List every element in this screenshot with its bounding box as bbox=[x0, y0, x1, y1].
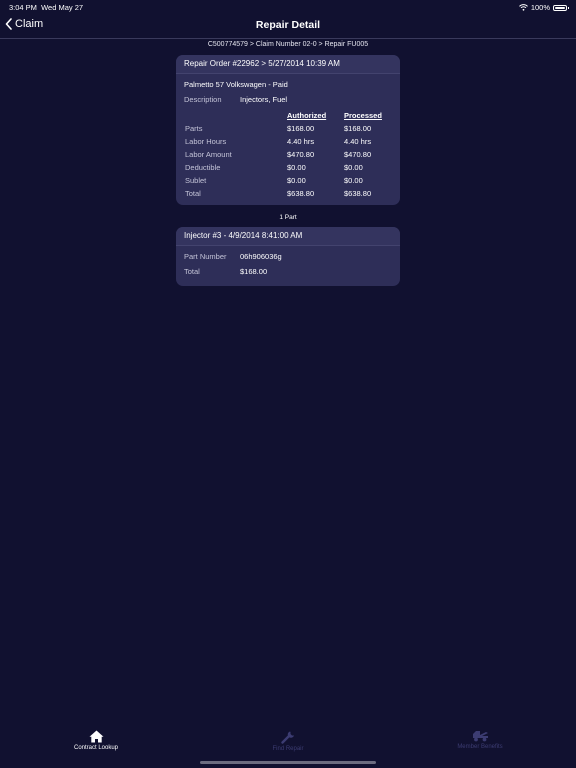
part-header: Injector #3 - 4/9/2014 8:41:00 AM bbox=[176, 227, 400, 246]
processed-value: 4.40 hrs bbox=[344, 137, 372, 146]
authorized-value: $470.80 bbox=[287, 150, 315, 159]
battery-percent: 100% bbox=[530, 3, 550, 12]
vehicle-status: Palmetto 57 Volkswagen - Paid bbox=[184, 80, 288, 89]
part-total-row: Total $168.00 bbox=[184, 267, 267, 276]
processed-value: $470.80 bbox=[344, 150, 372, 159]
wifi-icon bbox=[518, 4, 528, 11]
authorized-value: $168.00 bbox=[287, 124, 315, 133]
wrench-icon bbox=[228, 730, 348, 744]
tab-label: Contract Lookup bbox=[73, 745, 119, 751]
tab-label: Find Repair bbox=[272, 746, 304, 752]
status-time: 3:04 PM Wed May 27 bbox=[9, 3, 83, 12]
navigation-bar: Claim Repair Detail bbox=[0, 14, 576, 39]
tab-member-benefits[interactable]: Member Benefits bbox=[420, 730, 540, 750]
tab-contract-lookup[interactable]: Contract Lookup bbox=[36, 730, 156, 751]
table-row: Labor Amount $470.80 $470.80 bbox=[184, 150, 394, 163]
tab-bar: Contract Lookup Find Repair Member Benef… bbox=[0, 720, 576, 768]
table-row: Parts $168.00 $168.00 bbox=[184, 124, 394, 137]
authorized-column-header: Authorized bbox=[287, 111, 327, 120]
description-row: Description Injectors, Fuel bbox=[184, 95, 287, 104]
battery-icon bbox=[553, 4, 569, 11]
description-label: Description bbox=[184, 95, 222, 104]
status-clock: 3:04 PM bbox=[9, 3, 37, 12]
repair-order-header: Repair Order #22962 > 5/27/2014 10:39 AM bbox=[176, 55, 400, 74]
status-bar: 3:04 PM Wed May 27 100% bbox=[0, 0, 576, 14]
table-row: Sublet $0.00 $0.00 bbox=[184, 176, 394, 189]
table-row: Total $638.80 $638.80 bbox=[184, 189, 394, 202]
breadcrumb: C500774579 > Claim Number 02-0 > Repair … bbox=[207, 41, 369, 48]
processed-value: $638.80 bbox=[344, 189, 372, 198]
cost-table: Authorized Processed Parts $168.00 $168.… bbox=[184, 111, 394, 202]
home-indicator[interactable] bbox=[200, 761, 376, 764]
part-number-value: 06h906036g bbox=[240, 252, 282, 261]
row-label: Parts bbox=[185, 124, 203, 133]
home-icon bbox=[36, 730, 156, 743]
processed-value: $168.00 bbox=[344, 124, 372, 133]
status-right: 100% bbox=[518, 3, 569, 12]
parts-count: 1 Part bbox=[279, 214, 297, 221]
tow-truck-icon bbox=[420, 730, 540, 742]
description-value: Injectors, Fuel bbox=[240, 95, 288, 104]
row-label: Sublet bbox=[185, 176, 207, 185]
repair-order-card: Repair Order #22962 > 5/27/2014 10:39 AM… bbox=[176, 55, 400, 205]
authorized-value: $0.00 bbox=[287, 176, 306, 185]
row-label: Total bbox=[185, 189, 201, 198]
status-date: Wed May 27 bbox=[41, 3, 84, 12]
processed-value: $0.00 bbox=[344, 176, 363, 185]
part-number-row: Part Number 06h906036g bbox=[184, 252, 282, 261]
cost-table-header: Authorized Processed bbox=[184, 111, 394, 124]
row-label: Deductible bbox=[185, 163, 221, 172]
part-total-label: Total bbox=[184, 267, 200, 276]
row-label: Labor Amount bbox=[185, 150, 232, 159]
authorized-value: $0.00 bbox=[287, 163, 306, 172]
table-row: Labor Hours 4.40 hrs 4.40 hrs bbox=[184, 137, 394, 150]
part-number-label: Part Number bbox=[184, 252, 227, 261]
part-total-value: $168.00 bbox=[240, 267, 268, 276]
authorized-value: 4.40 hrs bbox=[287, 137, 315, 146]
tab-find-repair[interactable]: Find Repair bbox=[228, 730, 348, 752]
row-label: Labor Hours bbox=[185, 137, 227, 146]
part-card[interactable]: Injector #3 - 4/9/2014 8:41:00 AM Part N… bbox=[176, 227, 400, 286]
page-title: Repair Detail bbox=[255, 19, 321, 31]
table-row: Deductible $0.00 $0.00 bbox=[184, 163, 394, 176]
processed-column-header: Processed bbox=[344, 111, 382, 120]
authorized-value: $638.80 bbox=[287, 189, 315, 198]
tab-label: Member Benefits bbox=[457, 744, 503, 750]
processed-value: $0.00 bbox=[344, 163, 363, 172]
